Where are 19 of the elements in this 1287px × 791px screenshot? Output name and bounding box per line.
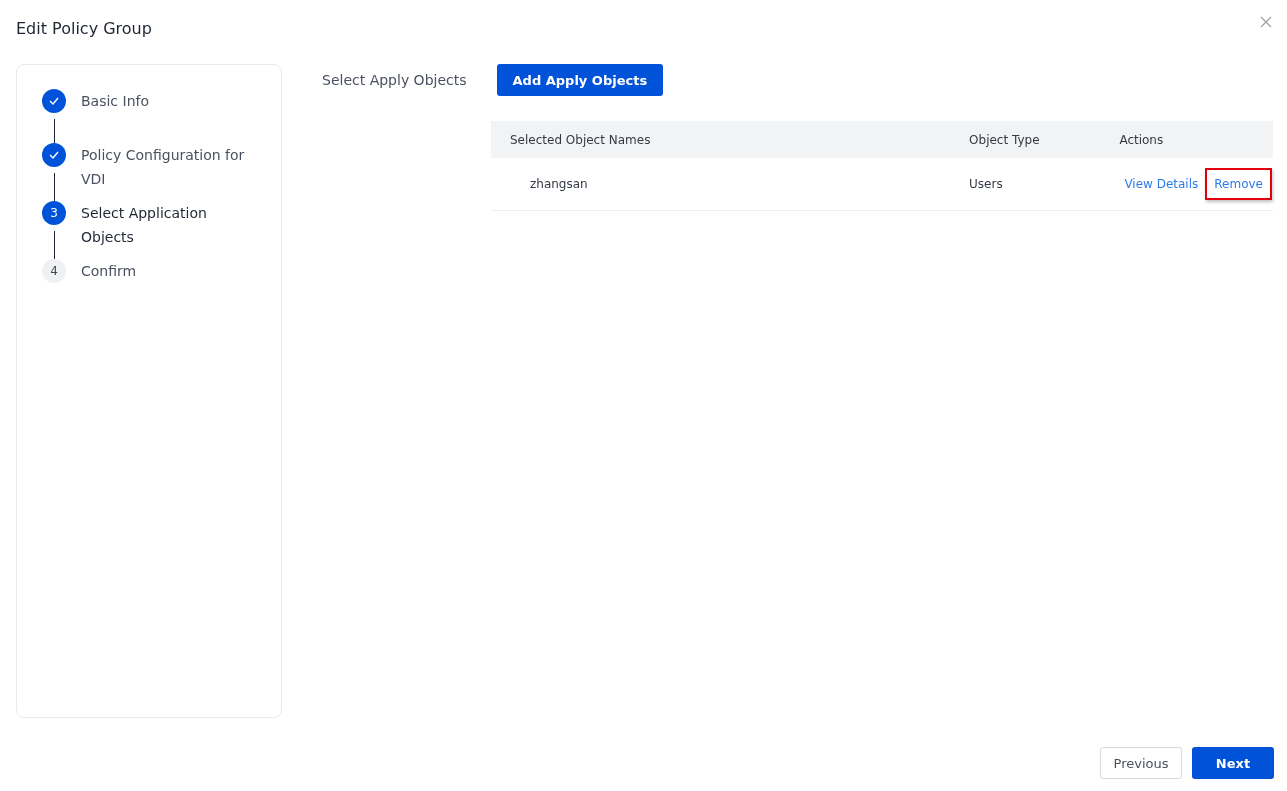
step-label: Policy Configuration for VDI	[81, 146, 246, 189]
next-button[interactable]: Next	[1192, 747, 1274, 779]
step-label: Basic Info	[81, 92, 149, 111]
highlighted-link[interactable]: Remove	[1205, 168, 1272, 200]
close-icon[interactable]	[1260, 16, 1272, 28]
step-number: 3	[42, 201, 66, 225]
dialog-title: Edit Policy Group	[16, 18, 152, 38]
column-header: Selected Object Names	[491, 121, 969, 158]
add-objects-button[interactable]: Add Apply Objects	[496, 64, 664, 96]
action-link[interactable]: View Details	[1119, 168, 1204, 200]
step-label: Confirm	[81, 262, 137, 281]
previous-button[interactable]: Previous	[1100, 747, 1182, 779]
table-cell: zhangsan	[491, 158, 969, 211]
field-label: Select Apply Objects	[322, 72, 467, 88]
table-cell: Users	[968, 158, 1119, 211]
column-header: Object Type	[968, 121, 1119, 158]
step-label: Select Application Objects	[81, 204, 208, 247]
step-number: 4	[42, 259, 66, 283]
column-header: Actions	[1118, 121, 1273, 158]
